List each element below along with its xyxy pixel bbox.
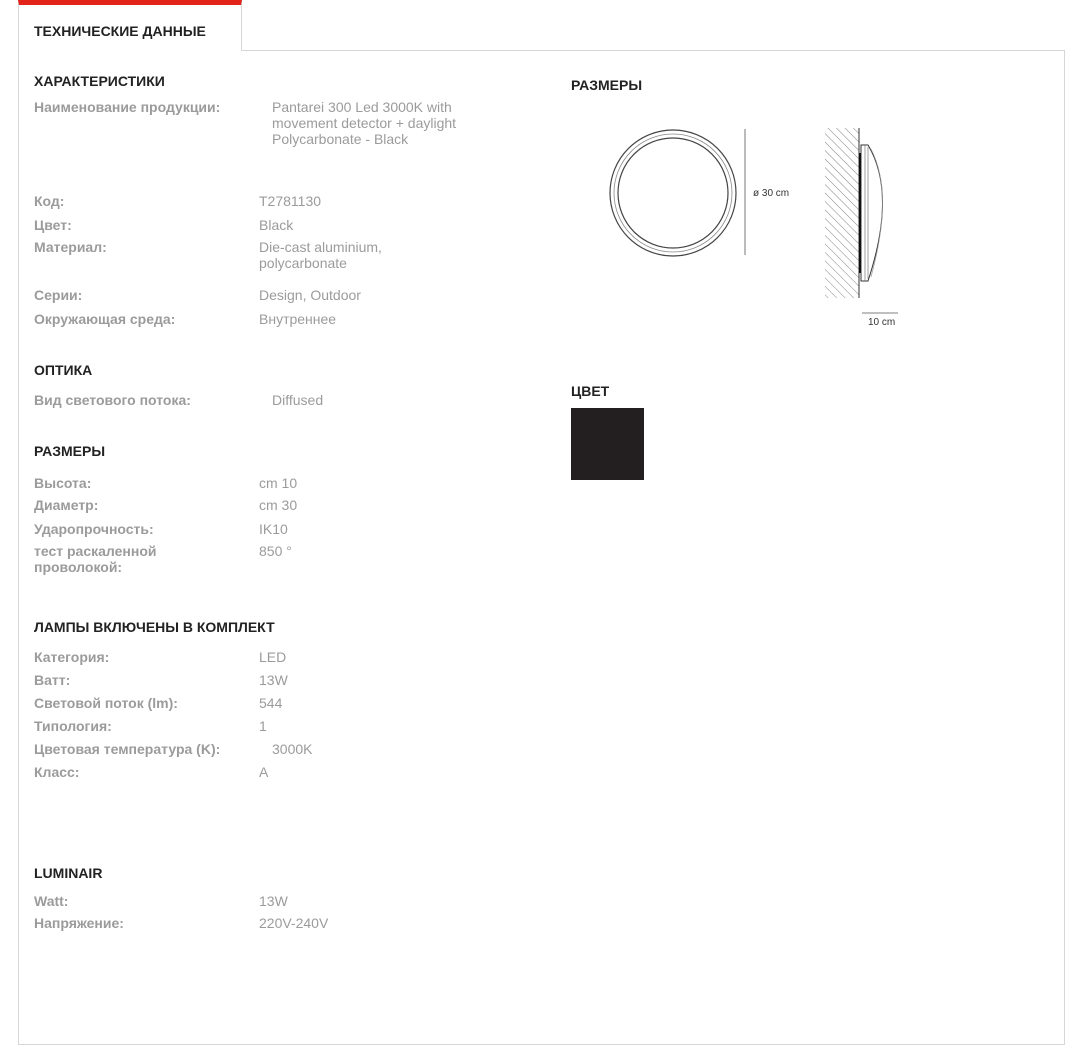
spec-value: Внутреннее [259,311,337,327]
spec-label: Ударопрочность: [34,521,154,537]
spec-label: Ватт: [34,672,71,688]
middle-ring [613,133,733,253]
spec-label: Диаметр: [34,497,99,513]
dimensions-diagram: ø 30 cm 10 cm [609,128,898,328]
spec-label: Окружающая среда: [34,311,176,327]
section-title-optics: ОПТИКА [34,362,93,378]
spec-value: cm 10 [259,475,298,491]
spec-value: T2781130 [259,193,322,209]
spec-label: Вид светового потока: [34,392,191,408]
color-title: ЦВЕТ [571,383,610,399]
spec-value: cm 30 [259,497,298,513]
spec-label: Материал: [34,239,107,255]
color-swatch-black[interactable] [571,408,644,480]
spec-label: Наименование продукции: [34,99,221,115]
spec-label: Типология: [34,718,112,734]
lamp-profile [860,144,883,282]
depth-label: 10 cm [868,317,895,328]
spec-value: 13W [259,672,288,688]
spec-value: 13W [259,893,288,909]
inner-ring [617,137,729,249]
tab-label: ТЕХНИЧЕСКИЕ ДАННЫЕ [34,23,206,39]
spec-label: Цветовая температура (K): [34,741,221,757]
section-title-lamps: ЛАМПЫ ВКЛЮЧЕНЫ В КОМПЛЕКТ [34,619,275,635]
spec-value: 850 ° [259,543,292,559]
spec-label: тест раскаленной проволокой: [34,543,157,575]
section-title-dimensions: РАЗМЕРЫ [34,443,106,459]
section-title-characteristics: ХАРАКТЕРИСТИКИ [34,73,165,89]
spec-value: Design, Outdoor [259,287,361,303]
spec-label: Высота: [34,475,92,491]
spec-label: Серии: [34,287,83,303]
spec-label: Класс: [34,764,80,780]
spec-label: Цвет: [34,217,72,233]
spec-label: Категория: [34,649,110,665]
spec-label: Код: [34,193,65,209]
section-title-luminair: LUMINAIR [34,865,103,881]
spec-value: 1 [259,718,267,734]
outer-ring [609,129,737,257]
spec-value: IK10 [259,521,288,537]
tech-data-panel: ХАРАКТЕРИСТИКИ Наименование продукции: P… [18,50,1065,1045]
tab-technical-data[interactable]: ТЕХНИЧЕСКИЕ ДАННЫЕ [18,0,242,51]
spec-value: A [259,764,269,780]
spec-value: LED [259,649,287,665]
spec-value: 220V-240V [259,915,329,931]
spec-label: Напряжение: [34,915,124,931]
diameter-label: ø 30 cm [753,188,789,199]
spec-value: Black [259,217,294,233]
spec-label: Световой поток (lm): [34,695,178,711]
spec-value: Die-cast aluminium, polycarbonate [259,239,382,271]
spec-label: Watt: [34,893,69,909]
wall-hatch [825,128,859,298]
dimensions-title: РАЗМЕРЫ [571,77,643,93]
spec-value: 544 [259,695,283,711]
spec-value: Pantarei 300 Led 3000K with movement det… [272,99,457,147]
spec-value: Diffused [272,392,324,408]
spec-value: 3000K [272,741,313,757]
